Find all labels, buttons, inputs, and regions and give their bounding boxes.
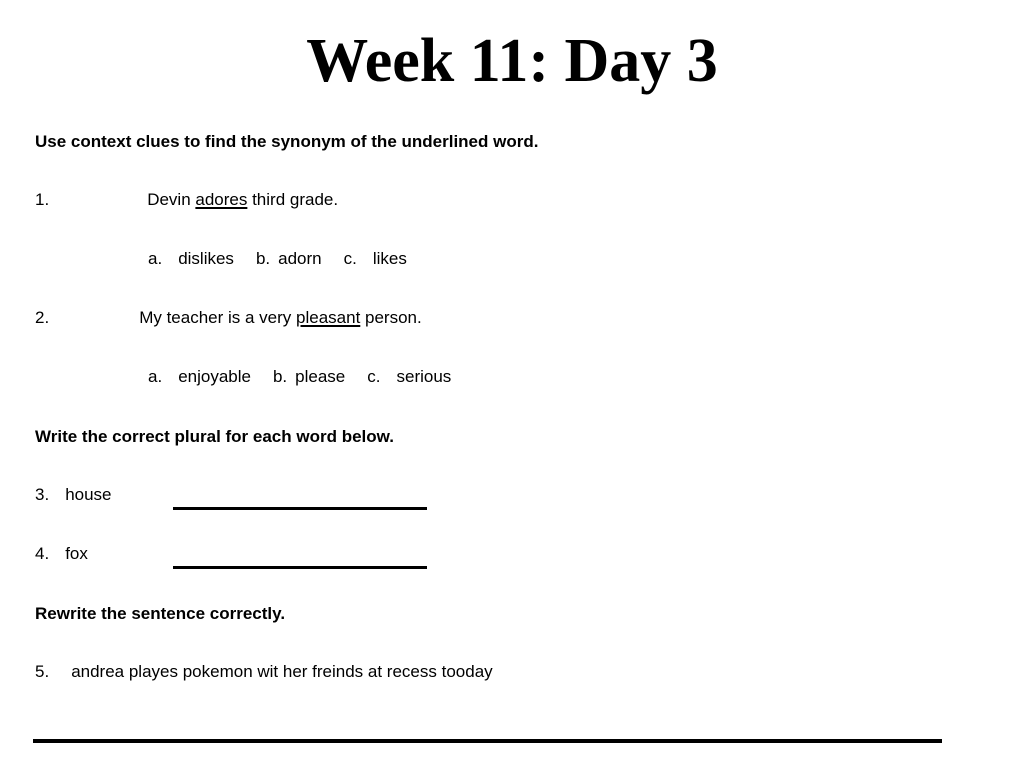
question-2-underlined-word: pleasant	[296, 308, 361, 327]
question-1-choice-b-label[interactable]: b.	[256, 249, 270, 268]
question-2-choices: a. enjoyable b. please c. serious	[148, 366, 451, 388]
question-2-choice-a-label[interactable]: a.	[148, 367, 162, 386]
question-1-choices: a. dislikes b. adorn c. likes	[148, 248, 407, 270]
question-1-text-after: third grade.	[247, 190, 339, 209]
question-5-sentence: andrea playes pokemon wit her freinds at…	[71, 662, 493, 681]
instruction-plural: Write the correct plural for each word b…	[35, 427, 394, 446]
question-4-answer-blank[interactable]	[173, 566, 427, 569]
question-1-text-before: Devin	[147, 190, 196, 209]
question-4-word: fox	[65, 544, 88, 563]
question-2-choice-c-label[interactable]: c.	[367, 367, 380, 386]
question-1-underlined-word: adores	[195, 190, 248, 209]
question-2-choice-b[interactable]: please	[295, 367, 345, 386]
question-3: 3. house	[35, 484, 112, 506]
question-3-word: house	[65, 485, 112, 504]
question-5-number: 5.	[35, 662, 50, 681]
question-4-number: 4.	[35, 544, 50, 563]
question-1-choice-a-label[interactable]: a.	[148, 249, 162, 268]
question-1: 1. Devin adores third grade.	[35, 189, 338, 211]
question-2-choice-b-label[interactable]: b.	[273, 367, 287, 386]
question-1-choice-b[interactable]: adorn	[278, 249, 321, 268]
instruction-synonym: Use context clues to find the synonym of…	[35, 132, 539, 151]
page-title: Week 11: Day 3	[306, 27, 718, 95]
question-5: 5. andrea playes pokemon wit her freinds …	[35, 661, 493, 683]
question-1-choice-a[interactable]: dislikes	[178, 249, 234, 268]
question-1-choice-c-label[interactable]: c.	[344, 249, 357, 268]
question-4: 4. fox	[35, 543, 88, 565]
question-1-number: 1.	[35, 190, 50, 209]
question-2-choice-a[interactable]: enjoyable	[178, 367, 251, 386]
question-2-choice-c[interactable]: serious	[397, 367, 452, 386]
instruction-rewrite: Rewrite the sentence correctly.	[35, 604, 286, 623]
question-2-text-before: My teacher is a very	[139, 308, 297, 327]
question-1-choice-c[interactable]: likes	[373, 249, 407, 268]
worksheet-page: Week 11: Day 3 Use context clues to find…	[0, 0, 1024, 768]
question-5-answer-rule[interactable]	[33, 739, 942, 743]
question-2-number: 2.	[35, 308, 50, 327]
question-2-text-after: person.	[360, 308, 422, 327]
question-3-answer-blank[interactable]	[173, 507, 427, 510]
question-2: 2. My teacher is a very pleasant person.	[35, 307, 422, 329]
question-3-number: 3.	[35, 485, 50, 504]
